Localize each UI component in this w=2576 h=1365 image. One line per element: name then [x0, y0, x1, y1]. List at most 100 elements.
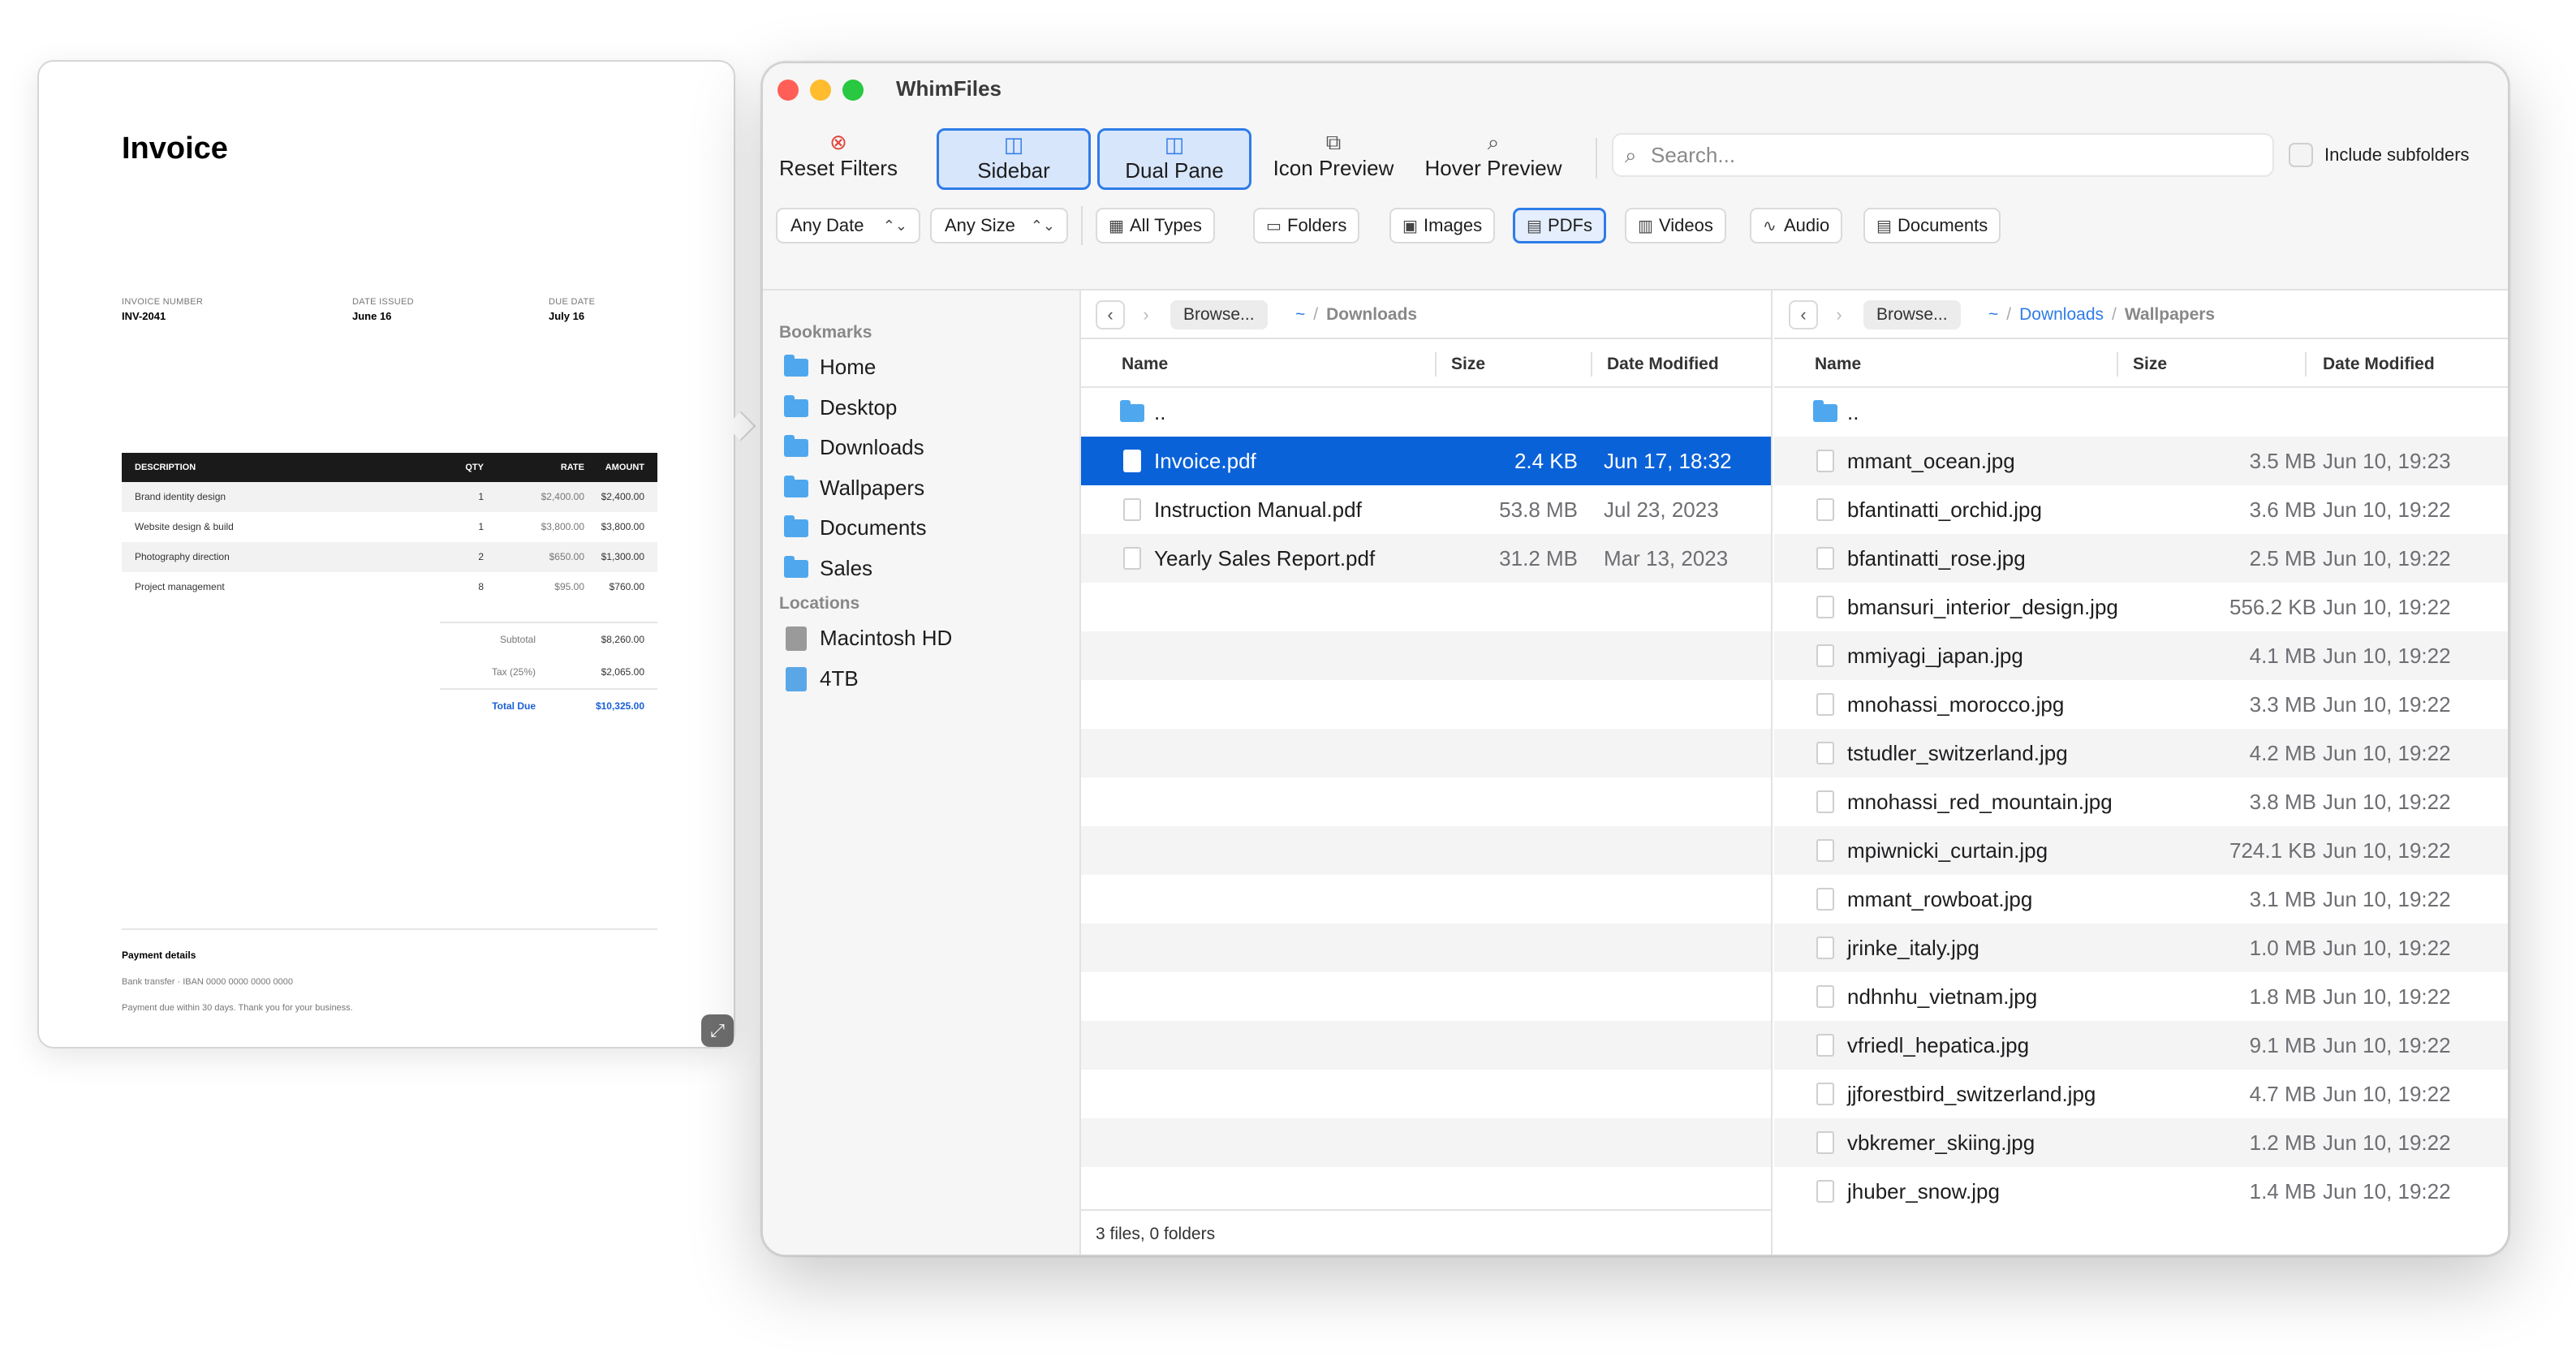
- line-description: Photography direction: [135, 551, 230, 562]
- file-row[interactable]: jrinke_italy.jpg 1.0 MB Jun 10, 19:22: [1774, 924, 2508, 972]
- sidebar-item-home[interactable]: Home: [784, 349, 1068, 385]
- file-row[interactable]: mmant_rowboat.jpg 3.1 MB Jun 10, 19:22: [1774, 875, 2508, 924]
- breadcrumb: ~ / Downloads: [1295, 305, 1418, 324]
- breadcrumb: ~ / Downloads / Wallpapers: [1988, 305, 2216, 324]
- parent-folder-row[interactable]: ..: [1774, 388, 2508, 437]
- file-row[interactable]: mmiyagi_japan.jpg 4.1 MB Jun 10, 19:22: [1774, 631, 2508, 680]
- reset-filters-button[interactable]: ⊗ Reset Filters: [778, 128, 899, 190]
- name-column-header[interactable]: Name: [1122, 341, 1168, 388]
- file-row[interactable]: bfantinatti_rose.jpg 2.5 MB Jun 10, 19:22: [1774, 534, 2508, 583]
- size-filter-select[interactable]: Any Size ⌃⌄: [930, 208, 1068, 243]
- file-name: tstudler_switzerland.jpg: [1847, 741, 2068, 765]
- date-filter-select[interactable]: Any Date ⌃⌄: [776, 208, 920, 243]
- include-subfolders-checkbox[interactable]: [2289, 143, 2313, 167]
- file-row[interactable]: vbkremer_skiing.jpg 1.2 MB Jun 10, 19:22: [1774, 1118, 2508, 1167]
- size-column-header[interactable]: Size: [1451, 341, 1485, 388]
- name-column-header[interactable]: Name: [1815, 341, 1861, 388]
- invoice-line-item: Project management 8 $95.00 $760.00: [122, 572, 657, 602]
- sidebar-item-label: 4TB: [820, 666, 859, 691]
- forward-button[interactable]: ›: [1824, 300, 1854, 329]
- size-column-header[interactable]: Size: [2133, 341, 2167, 388]
- type-filter-folders[interactable]: ▭ Folders: [1253, 208, 1360, 243]
- zoom-window-button[interactable]: [842, 80, 864, 101]
- sidebar-item-4tb[interactable]: 4TB: [784, 661, 1068, 696]
- back-button[interactable]: ‹: [1789, 300, 1818, 329]
- type-filter-all[interactable]: ▦ All Types: [1096, 208, 1215, 243]
- close-window-button[interactable]: [778, 80, 799, 101]
- total-due-value: $10,325.00: [595, 700, 644, 712]
- sidebar-item-macintosh-hd[interactable]: Macintosh HD: [784, 620, 1068, 656]
- document-icon: [1816, 1083, 1834, 1105]
- sidebar-item-desktop[interactable]: Desktop: [784, 390, 1068, 425]
- search-input[interactable]: [1651, 135, 2251, 175]
- browse-button[interactable]: Browse...: [1863, 300, 1961, 329]
- breadcrumb-downloads[interactable]: Downloads: [2019, 305, 2104, 324]
- type-filter-images[interactable]: ▣ Images: [1389, 208, 1496, 243]
- file-row[interactable]: jhuber_snow.jpg 1.4 MB Jun 10, 19:22: [1774, 1167, 2508, 1216]
- sidebar-item-label: Sales: [820, 556, 873, 580]
- expand-icon[interactable]: ⤢: [701, 1014, 734, 1047]
- file-row[interactable]: mnohassi_red_mountain.jpg 3.8 MB Jun 10, 1…: [1774, 777, 2508, 826]
- sidebar-item-label: Wallpapers: [820, 475, 925, 500]
- document-icon: [1123, 547, 1141, 570]
- search-field[interactable]: ⌕: [1612, 133, 2274, 177]
- sidebar-toggle-button[interactable]: ◫ Sidebar: [937, 128, 1091, 190]
- parent-folder-row[interactable]: ..: [1081, 388, 1771, 437]
- type-filter-videos[interactable]: ▥ Videos: [1625, 208, 1726, 243]
- file-row[interactable]: mpiwnicki_curtain.jpg 724.1 KB Jun 10, 19:…: [1774, 826, 2508, 875]
- sidebar-item-documents[interactable]: Documents: [784, 510, 1068, 545]
- line-qty: 1: [478, 521, 484, 532]
- document-icon: [1816, 596, 1834, 618]
- breadcrumb-home[interactable]: ~: [1988, 305, 1998, 324]
- line-amount: $3,800.00: [601, 521, 644, 532]
- back-button[interactable]: ‹: [1096, 300, 1125, 329]
- breadcrumb-wallpapers[interactable]: Wallpapers: [2125, 305, 2215, 324]
- type-filter-pdfs[interactable]: ▤ PDFs: [1513, 208, 1606, 243]
- document-icon: [1816, 1034, 1834, 1057]
- file-row[interactable]: ndhnhu_vietnam.jpg 1.8 MB Jun 10, 19:22: [1774, 972, 2508, 1021]
- file-date-modified: Mar 13, 2023: [1604, 546, 1729, 571]
- file-name: ndhnhu_vietnam.jpg: [1847, 984, 2038, 1009]
- icon-preview-button[interactable]: ⧉ Icon Preview: [1264, 128, 1402, 190]
- file-row[interactable]: tstudler_switzerland.jpg 4.2 MB Jun 10, 19…: [1774, 729, 2508, 777]
- browse-button[interactable]: Browse...: [1170, 300, 1268, 329]
- file-row[interactable]: Yearly Sales Report.pdf 31.2 MB Mar 13, 20…: [1081, 534, 1771, 583]
- date-column-header[interactable]: Date Modified: [2323, 341, 2435, 388]
- line-rate: $95.00: [554, 581, 584, 592]
- file-row[interactable]: mnohassi_morocco.jpg 3.3 MB Jun 10, 19:22: [1774, 680, 2508, 729]
- subtotal-value: $8,260.00: [601, 634, 644, 645]
- meta-value: INV-2041: [122, 310, 166, 322]
- invoice-table-header: DESCRIPTION QTY RATE AMOUNT: [122, 453, 657, 482]
- type-filter-audio[interactable]: ∿ Audio: [1750, 208, 1843, 243]
- sidebar-item-wallpapers[interactable]: Wallpapers: [784, 470, 1068, 506]
- document-icon: [1816, 547, 1834, 570]
- file-row[interactable]: Invoice.pdf 2.4 KB Jun 17, 18:32: [1081, 437, 1771, 485]
- line-description: Website design & build: [135, 521, 234, 532]
- file-row[interactable]: bfantinatti_orchid.jpg 3.6 MB Jun 10, 19:2…: [1774, 485, 2508, 534]
- meta-label: INVOICE NUMBER: [122, 297, 204, 307]
- file-row[interactable]: vfriedl_hepatica.jpg 9.1 MB Jun 10, 19:22: [1774, 1021, 2508, 1070]
- sidebar-item-label: Macintosh HD: [820, 626, 953, 650]
- total-due-row: Total Due $10,325.00: [440, 688, 657, 721]
- dual-pane-toggle-button[interactable]: ◫ Dual Pane: [1097, 128, 1251, 190]
- file-row[interactable]: mmant_ocean.jpg 3.5 MB Jun 10, 19:23: [1774, 437, 2508, 485]
- type-filter-documents[interactable]: ▤ Documents: [1863, 208, 2001, 243]
- file-name: vfriedl_hepatica.jpg: [1847, 1033, 2030, 1057]
- file-name: bfantinatti_orchid.jpg: [1847, 497, 2042, 522]
- sidebar-item-downloads[interactable]: Downloads: [784, 429, 1068, 465]
- file-name: mnohassi_morocco.jpg: [1847, 692, 2065, 717]
- hover-preview-button[interactable]: ⌕ Hover Preview: [1419, 128, 1568, 190]
- file-row[interactable]: jjforestbird_switzerland.jpg 4.7 MB Jun 10…: [1774, 1070, 2508, 1118]
- breadcrumb-downloads[interactable]: Downloads: [1326, 305, 1417, 324]
- folder-icon: [1813, 400, 1837, 422]
- size-filter-value: Any Size: [945, 215, 1015, 235]
- minimize-window-button[interactable]: [810, 80, 831, 101]
- date-column-header[interactable]: Date Modified: [1607, 341, 1719, 388]
- file-row[interactable]: bmansuri_interior_design.jpg 556.2 KB Jun …: [1774, 583, 2508, 631]
- forward-button[interactable]: ›: [1131, 300, 1161, 329]
- sidebar-item-sales[interactable]: Sales: [784, 550, 1068, 586]
- document-icon: [1816, 450, 1834, 472]
- breadcrumb-home[interactable]: ~: [1295, 305, 1305, 324]
- file-row[interactable]: Instruction Manual.pdf 53.8 MB Jul 23, 202…: [1081, 485, 1771, 534]
- dual-pane-icon: ◫: [1164, 132, 1185, 157]
